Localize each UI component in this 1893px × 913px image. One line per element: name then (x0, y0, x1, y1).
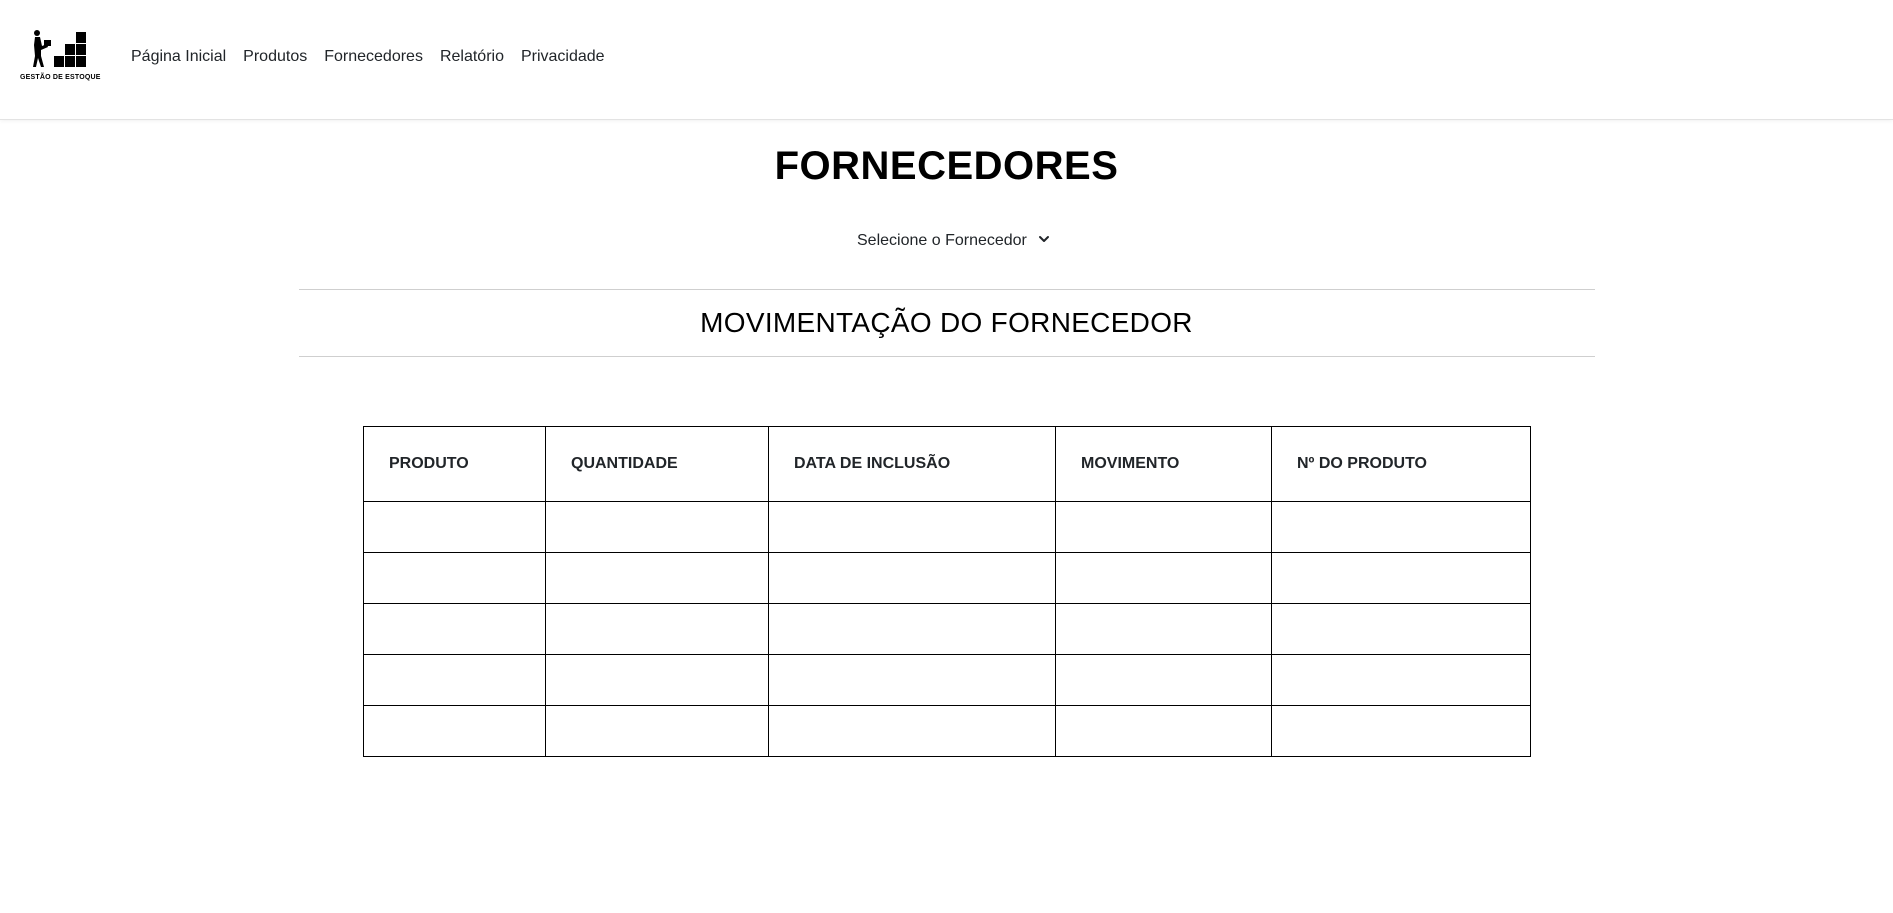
table-cell (545, 501, 769, 553)
table-cell (1271, 654, 1531, 706)
table-cell (363, 654, 546, 706)
nav-link-suppliers[interactable]: Fornecedores (324, 46, 423, 68)
table-cell (363, 705, 546, 757)
supplier-movement-table: PRODUTO QUANTIDADE DATA DE INCLUSÃO MOVI… (363, 426, 1531, 757)
nav-link-home[interactable]: Página Inicial (131, 46, 226, 68)
column-header-data-inclusao: DATA DE INCLUSÃO (768, 426, 1056, 502)
table-cell (545, 603, 769, 655)
table-cell (768, 552, 1056, 604)
chevron-down-icon (1039, 236, 1049, 242)
table-cell (363, 603, 546, 655)
nav-link-products[interactable]: Produtos (243, 46, 307, 68)
table-cell (1055, 552, 1272, 604)
page-title: FORNECEDORES (774, 144, 1119, 188)
table-cell (768, 705, 1056, 757)
table-cell (768, 654, 1056, 706)
warehouse-worker-boxes-icon (33, 30, 86, 67)
table-cell (545, 654, 769, 706)
table-row (363, 552, 1531, 604)
section-divider-top (299, 289, 1595, 290)
table-cell (1055, 705, 1272, 757)
section-title: MOVIMENTAÇÃO DO FORNECEDOR (700, 307, 1193, 338)
top-navbar: GESTÃO DE ESTOQUE Página Inicial Produto… (0, 0, 1893, 120)
table-cell (545, 705, 769, 757)
section-divider-bottom (299, 356, 1595, 357)
table-cell (363, 501, 546, 553)
brand-logo[interactable]: GESTÃO DE ESTOQUE (20, 30, 101, 86)
table-cell (1055, 603, 1272, 655)
table-row (363, 705, 1531, 757)
table-cell (1271, 501, 1531, 553)
table-cell (1271, 603, 1531, 655)
table-cell (768, 501, 1056, 553)
supplier-select[interactable]: Selecione o Fornecedor (846, 228, 1056, 254)
nav-link-report[interactable]: Relatório (440, 46, 504, 68)
column-header-movimento: MOVIMENTO (1055, 426, 1272, 502)
table-header-row: PRODUTO QUANTIDADE DATA DE INCLUSÃO MOVI… (363, 426, 1531, 502)
supplier-select-value: Selecione o Fornecedor (857, 232, 1027, 249)
table-cell (1055, 654, 1272, 706)
table-row (363, 654, 1531, 706)
table-cell (363, 552, 546, 604)
brand-logo-text: GESTÃO DE ESTOQUE (20, 74, 101, 81)
table-cell (1271, 705, 1531, 757)
table-cell (768, 603, 1056, 655)
table-row (363, 501, 1531, 553)
column-header-produto: PRODUTO (363, 426, 546, 502)
main-nav: Página Inicial Produtos Fornecedores Rel… (131, 46, 622, 68)
table-row (363, 603, 1531, 655)
table-cell (1055, 501, 1272, 553)
nav-link-privacy[interactable]: Privacidade (521, 46, 605, 68)
column-header-quantidade: QUANTIDADE (545, 426, 769, 502)
table-cell (545, 552, 769, 604)
table-cell (1271, 552, 1531, 604)
column-header-numero-produto: Nº DO PRODUTO (1271, 426, 1531, 502)
